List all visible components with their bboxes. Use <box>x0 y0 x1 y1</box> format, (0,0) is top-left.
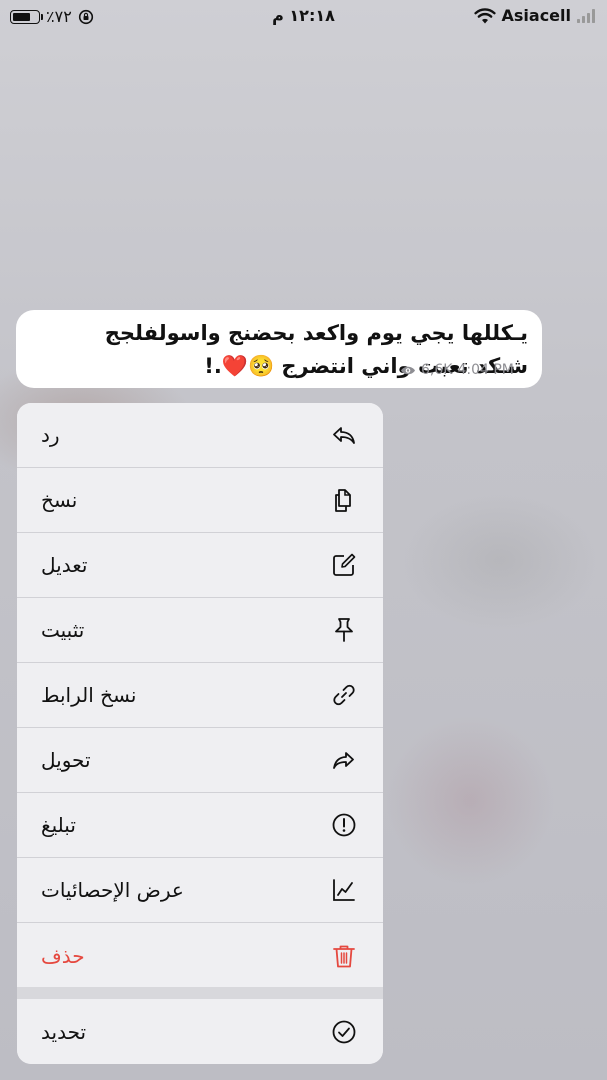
menu-item-label: تحويل <box>41 748 91 772</box>
menu-item-report[interactable]: تبليغ <box>17 793 383 858</box>
carrier-group: Asiacell <box>473 6 595 25</box>
signal-icon <box>577 8 595 23</box>
message-bubble[interactable]: يـكللها يجي يوم واكعد بحضنج واسولفلجج شـ… <box>16 310 542 388</box>
wifi-icon <box>473 7 496 23</box>
forward-icon <box>329 745 359 775</box>
menu-item-select[interactable]: تحديد <box>17 999 383 1064</box>
menu-item-label: تبليغ <box>41 813 76 837</box>
menu-item-reply[interactable]: رد <box>17 403 383 468</box>
menu-item-label: نسخ <box>41 488 78 512</box>
stats-icon <box>329 875 359 905</box>
menu-item-copy[interactable]: نسخ <box>17 468 383 533</box>
menu-item-statistics[interactable]: عرض الإحصائيات <box>17 858 383 923</box>
link-icon <box>329 680 359 710</box>
reply-icon <box>329 420 359 450</box>
trash-icon <box>329 941 359 971</box>
menu-item-forward[interactable]: تحويل <box>17 728 383 793</box>
eye-icon <box>401 366 415 374</box>
status-bar: ٪٧٢ ١٢:١٨ م Asiacell <box>0 0 607 34</box>
context-menu: رد نسخ تعديل تثبيت نسخ الرابط تحويل تبلي… <box>17 403 383 1064</box>
menu-item-label: عرض الإحصائيات <box>41 878 184 902</box>
menu-item-label: نسخ الرابط <box>41 683 137 707</box>
carrier-name: Asiacell <box>501 6 572 25</box>
menu-item-label: تعديل <box>41 553 88 577</box>
message-time: 4:04 PM <box>457 362 514 378</box>
message-meta: 6,6K 4:04 PM <box>400 362 514 378</box>
menu-item-pin[interactable]: تثبيت <box>17 598 383 663</box>
pin-icon <box>329 615 359 645</box>
view-count: 6,6K <box>421 362 453 378</box>
edit-icon <box>329 550 359 580</box>
menu-item-copy-link[interactable]: نسخ الرابط <box>17 663 383 728</box>
menu-item-label: رد <box>41 423 60 447</box>
message-text-line1: يـكللها يجي يوم واكعد بحضنج واسولفلجج <box>104 321 528 345</box>
select-icon <box>329 1017 359 1047</box>
menu-item-edit[interactable]: تعديل <box>17 533 383 598</box>
copy-icon <box>329 485 359 515</box>
menu-item-label: حذف <box>41 943 85 968</box>
menu-item-label: تحديد <box>41 1019 87 1044</box>
menu-item-delete[interactable]: حذف <box>17 923 383 988</box>
menu-separator <box>17 987 383 999</box>
report-icon <box>329 810 359 840</box>
menu-item-label: تثبيت <box>41 618 85 642</box>
